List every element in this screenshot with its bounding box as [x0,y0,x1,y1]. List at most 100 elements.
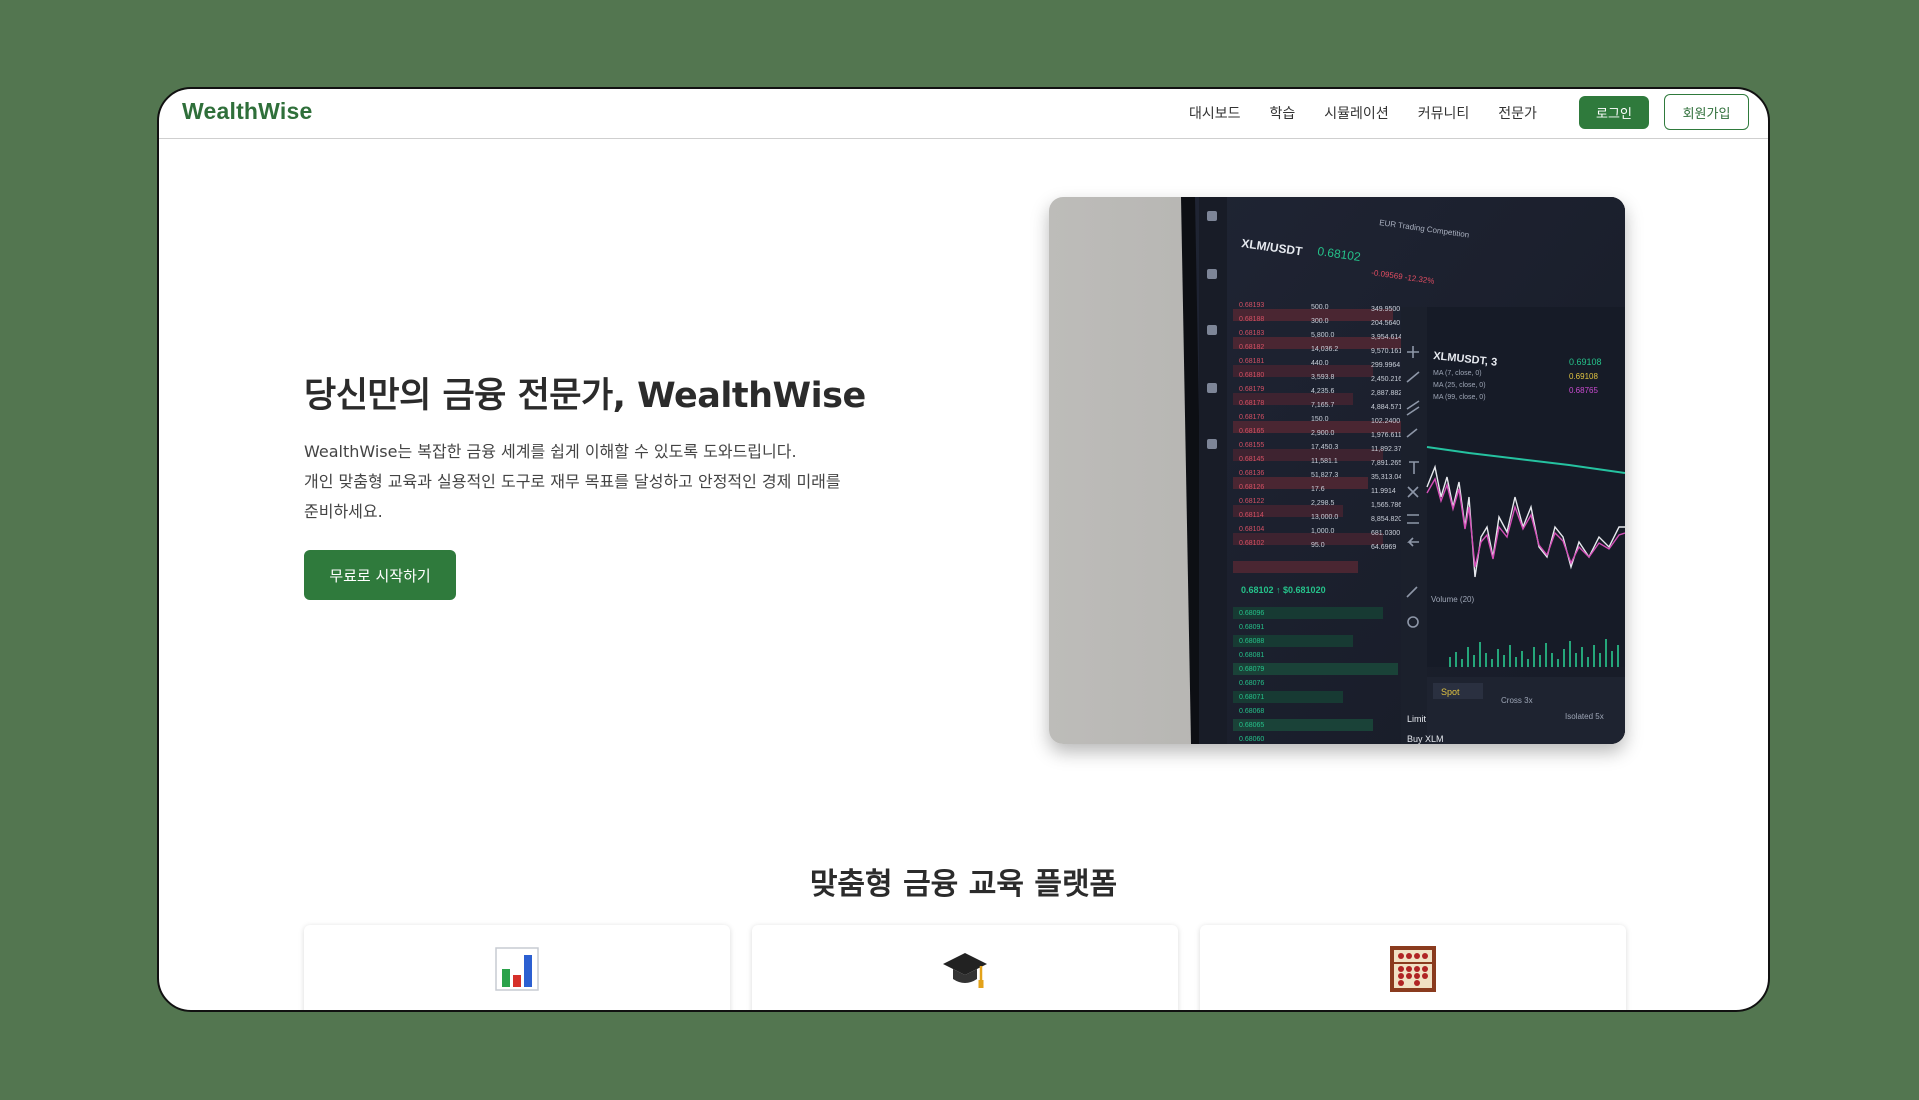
svg-text:51,827.3: 51,827.3 [1311,472,1338,479]
nav-link-learning[interactable]: 학습 [1270,103,1296,123]
svg-text:349.9500: 349.9500 [1371,306,1400,313]
image-spot-tab: Spot [1441,687,1460,697]
feature-card[interactable] [752,925,1178,1010]
svg-text:102.2400: 102.2400 [1371,418,1400,425]
svg-text:2,298.5: 2,298.5 [1311,500,1334,507]
svg-text:0.68155: 0.68155 [1239,442,1264,449]
svg-text:0.68136: 0.68136 [1239,470,1264,477]
feature-card[interactable] [304,925,730,1010]
nav-link-dashboard[interactable]: 대시보드 [1189,103,1241,123]
svg-text:0.68081: 0.68081 [1239,652,1264,659]
svg-text:2,900.0: 2,900.0 [1311,430,1334,437]
svg-text:0.69108: 0.69108 [1569,372,1598,381]
bar-chart-icon [493,945,541,1010]
svg-text:440.0: 440.0 [1311,360,1329,367]
svg-text:0.68060: 0.68060 [1239,736,1264,743]
svg-text:300.0: 300.0 [1311,318,1329,325]
svg-text:0.68126: 0.68126 [1239,484,1264,491]
nav-links: 대시보드 학습 시뮬레이션 커뮤니티 전문가 [1189,89,1566,137]
svg-text:0.68065: 0.68065 [1239,722,1264,729]
svg-text:17.6: 17.6 [1311,486,1325,493]
svg-text:3,593.8: 3,593.8 [1311,374,1334,381]
nav-link-simulation[interactable]: 시뮬레이션 [1324,103,1388,123]
svg-text:0.68102: 0.68102 [1239,540,1264,547]
abacus-icon [1389,945,1437,1010]
hero-image-trading-screen: XLM/USDT 0.68102 -0.09569 -12.32% EUR Tr… [1049,197,1625,744]
svg-text:7,891.2657: 7,891.2657 [1371,460,1406,467]
svg-text:0.68188: 0.68188 [1239,316,1264,323]
nav-link-experts[interactable]: 전문가 [1498,103,1537,123]
svg-text:11,581.1: 11,581.1 [1311,458,1338,465]
svg-text:8,854.8200: 8,854.8200 [1371,516,1406,523]
image-buy-label: Buy XLM [1407,734,1444,744]
feature-card[interactable] [1200,925,1626,1010]
svg-text:0.68079: 0.68079 [1239,666,1264,673]
signup-button[interactable]: 회원가입 [1664,94,1749,130]
svg-text:0.68091: 0.68091 [1239,624,1264,631]
svg-text:0.68178: 0.68178 [1239,400,1264,407]
svg-text:0.69108: 0.69108 [1569,357,1602,367]
logo[interactable]: WealthWise [182,98,312,125]
start-free-button[interactable]: 무료로 시작하기 [304,550,456,600]
image-cross-tab: Cross 3x [1501,696,1533,705]
hero-description-line: WealthWise는 복잡한 금융 세계를 쉽게 이해할 수 있도록 도와드립… [304,442,797,461]
svg-text:204.5640: 204.5640 [1371,320,1400,327]
hero-description-line: 개인 맞춤형 교육과 실용적인 도구로 재무 목표를 달성하고 안정적인 경제 … [304,472,841,491]
svg-text:MA (7, close, 0): MA (7, close, 0) [1433,370,1482,377]
svg-text:0.68068: 0.68068 [1239,708,1264,715]
svg-text:0.68183: 0.68183 [1239,330,1264,337]
svg-text:0.68181: 0.68181 [1239,358,1264,365]
svg-text:17,450.3: 17,450.3 [1311,444,1338,451]
nav-link-community[interactable]: 커뮤니티 [1418,103,1470,123]
svg-text:0.68104: 0.68104 [1239,526,1264,533]
svg-text:299.9964: 299.9964 [1371,362,1400,369]
hero-title: 당신만의 금융 전문가, WealthWise [304,376,866,416]
image-limit-label: Limit [1407,714,1427,724]
svg-text:0.68122: 0.68122 [1239,498,1264,505]
browser-window: WealthWise 대시보드 학습 시뮬레이션 커뮤니티 전문가 로그인 회원… [157,87,1770,1012]
features-title: 맞춤형 금융 교육 플랫폼 [809,867,1118,902]
svg-text:0.68179: 0.68179 [1239,386,1264,393]
svg-text:5,800.0: 5,800.0 [1311,332,1334,339]
svg-text:9,570.1619: 9,570.1619 [1371,348,1406,355]
svg-text:150.0: 150.0 [1311,416,1329,423]
svg-text:0.68180: 0.68180 [1239,372,1264,379]
svg-text:0.68096: 0.68096 [1239,610,1264,617]
svg-text:95.0: 95.0 [1311,542,1325,549]
svg-text:0.68193: 0.68193 [1239,302,1264,309]
svg-text:MA (99, close, 0): MA (99, close, 0) [1433,394,1486,401]
svg-text:1,565.7862: 1,565.7862 [1371,502,1406,509]
svg-text:0.68145: 0.68145 [1239,456,1264,463]
svg-text:13,000.0: 13,000.0 [1311,514,1338,521]
svg-text:0.68114: 0.68114 [1239,512,1264,519]
image-volume-label: Volume (20) [1431,595,1474,604]
svg-text:0.68071: 0.68071 [1239,694,1264,701]
image-isolated-tab: Isolated 5x [1565,712,1604,721]
svg-text:2,887.8827: 2,887.8827 [1371,390,1406,397]
svg-text:64.6969: 64.6969 [1371,544,1396,551]
svg-text:0.68076: 0.68076 [1239,680,1264,687]
svg-text:1,976.6110: 1,976.6110 [1371,432,1406,439]
hero-description-line: 준비하세요. [304,502,383,521]
svg-text:0.68165: 0.68165 [1239,428,1264,435]
svg-text:3,954.6145: 3,954.6145 [1371,334,1406,341]
svg-text:4,884.5711: 4,884.5711 [1371,404,1406,411]
svg-text:0.68182: 0.68182 [1239,344,1264,351]
svg-text:0.68765: 0.68765 [1569,386,1598,395]
navbar: WealthWise 대시보드 학습 시뮬레이션 커뮤니티 전문가 로그인 회원… [159,89,1768,139]
svg-text:0.68088: 0.68088 [1239,638,1264,645]
svg-text:4,235.6: 4,235.6 [1311,388,1334,395]
svg-text:0.68176: 0.68176 [1239,414,1264,421]
svg-text:2,450.2169: 2,450.2169 [1371,376,1406,383]
svg-text:14,036.2: 14,036.2 [1311,346,1338,353]
hero-description: WealthWise는 복잡한 금융 세계를 쉽게 이해할 수 있도록 도와드립… [304,437,924,527]
svg-text:500.0: 500.0 [1311,304,1329,311]
login-button[interactable]: 로그인 [1579,96,1649,129]
graduation-cap-icon [941,945,989,1010]
svg-text:MA (25, close, 0): MA (25, close, 0) [1433,382,1486,389]
svg-text:0.68102 ↑ $0.681020: 0.68102 ↑ $0.681020 [1241,585,1326,595]
svg-text:1,000.0: 1,000.0 [1311,528,1334,535]
svg-text:681.0300: 681.0300 [1371,530,1400,537]
svg-text:7,165.7: 7,165.7 [1311,402,1334,409]
svg-text:11.9914: 11.9914 [1371,488,1396,495]
